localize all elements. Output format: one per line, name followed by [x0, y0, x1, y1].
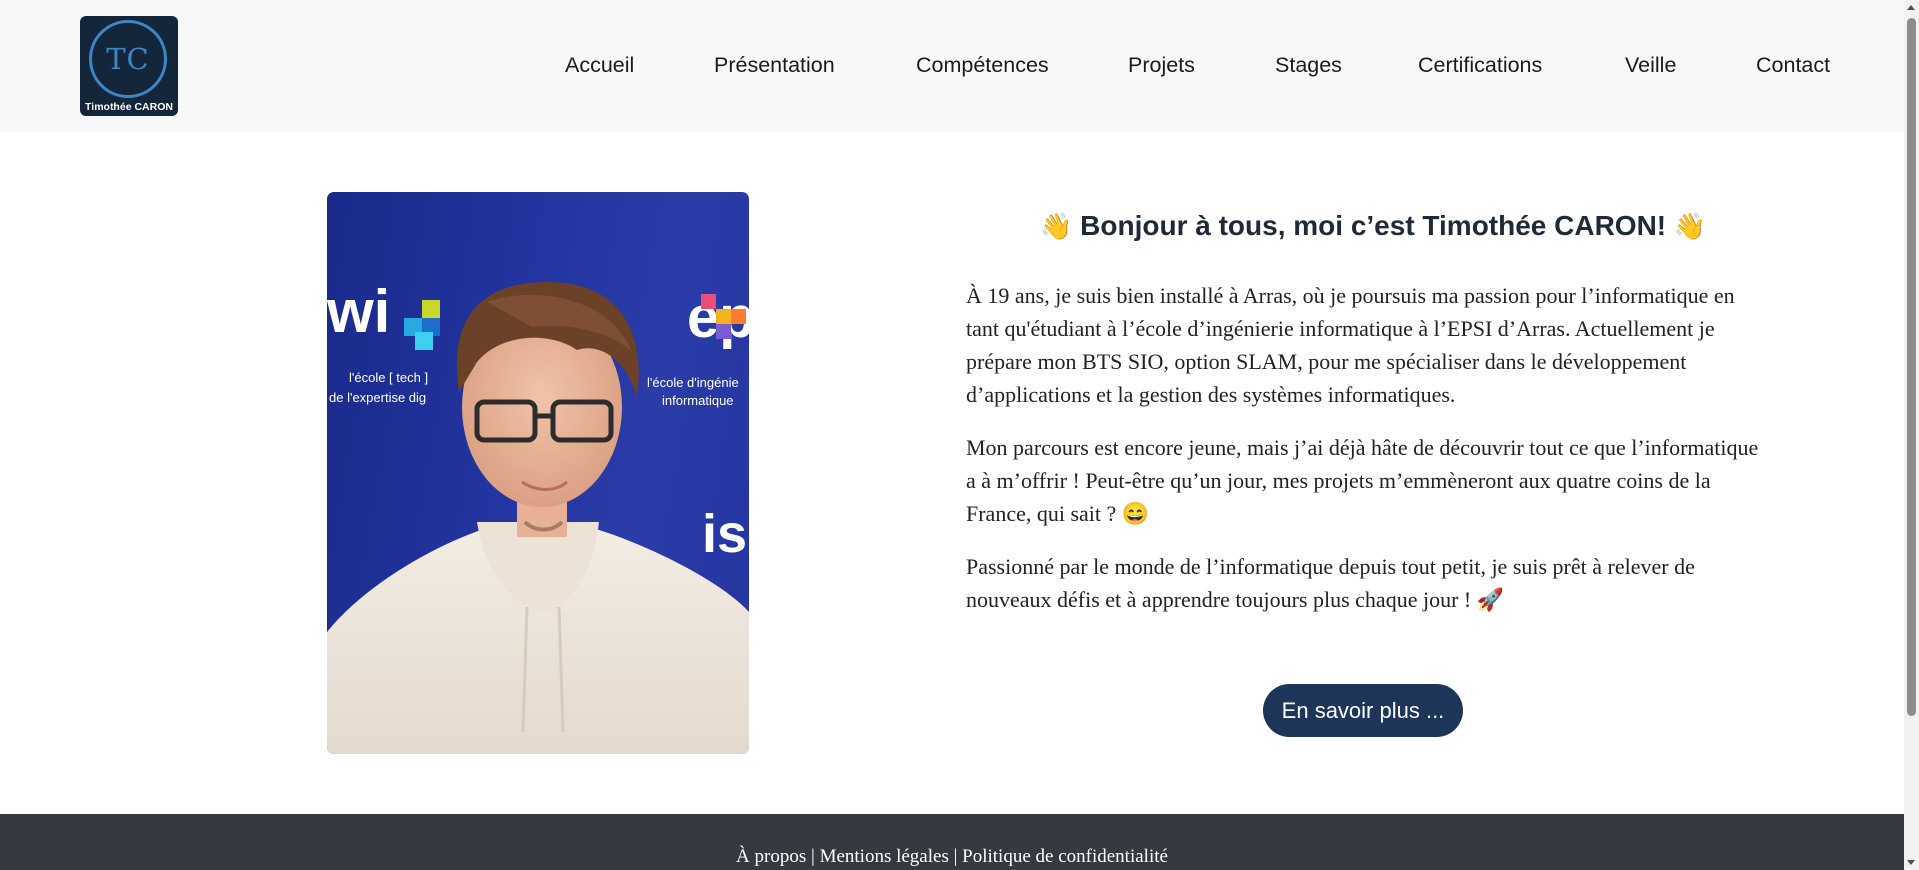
- intro-paragraph-1: À 19 ans, je suis bien installé à Arras,…: [966, 283, 1735, 407]
- page-title-text: Bonjour à tous, moi c’est Timothée CARON…: [1080, 210, 1667, 241]
- learn-more-button[interactable]: En savoir plus ...: [1263, 684, 1463, 737]
- nav-item-stages[interactable]: Stages: [1275, 53, 1342, 78]
- scrollbar-thumb[interactable]: [1907, 18, 1916, 716]
- nav-item-certifications[interactable]: Certifications: [1418, 53, 1542, 78]
- footer-link-about[interactable]: À propos: [736, 846, 806, 867]
- nav-item-contact[interactable]: Contact: [1756, 53, 1830, 78]
- nav-item-veille[interactable]: Veille: [1625, 53, 1676, 78]
- banner-text-3: l'école d'ingénie: [647, 375, 739, 390]
- banner-text-4: informatique: [662, 393, 734, 408]
- page-scrollbar[interactable]: [1904, 0, 1919, 870]
- profile-photo: wi epsi l'école [ tech ] de l'expertise …: [327, 192, 749, 754]
- banner-cube-left: [404, 300, 440, 350]
- logo-initials: TC: [106, 42, 150, 76]
- footer-link-privacy[interactable]: Politique de confidentialité: [962, 846, 1168, 867]
- site-footer: À propos | Mentions légales | Politique …: [0, 814, 1904, 870]
- banner-brand-left: wi: [327, 278, 390, 345]
- site-logo[interactable]: TC Timothée CARON: [80, 16, 178, 116]
- banner-text-1: l'école [ tech ]: [349, 370, 428, 385]
- scroll-down-icon[interactable]: [1907, 860, 1915, 865]
- site-header: TC Timothée CARON Accueil Présentation C…: [0, 0, 1904, 132]
- logo-ring: TC: [89, 20, 167, 98]
- wave-emoji-left: 👋: [1040, 211, 1073, 241]
- profile-photo-illustration: wi epsi l'école [ tech ] de l'expertise …: [327, 278, 749, 754]
- page-title: 👋 Bonjour à tous, moi c’est Timothée CAR…: [1040, 210, 1706, 242]
- footer-separator: |: [806, 846, 820, 867]
- nav-item-accueil[interactable]: Accueil: [565, 53, 634, 78]
- intro-paragraph-2: Mon parcours est encore jeune, mais j’ai…: [966, 435, 1759, 526]
- banner-text-2: de l'expertise dig: [329, 390, 426, 405]
- banner-brand-bottom: isi: [702, 504, 749, 564]
- scroll-up-icon[interactable]: [1907, 5, 1915, 10]
- intro-paragraph-3: Passionné par le monde de l’informatique…: [966, 554, 1695, 612]
- logo-name: Timothée CARON: [85, 101, 173, 113]
- footer-separator: |: [948, 846, 963, 867]
- footer-link-legal[interactable]: Mentions légales: [820, 846, 949, 867]
- person: [327, 282, 749, 754]
- footer-links: À propos | Mentions légales | Politique …: [0, 846, 1904, 868]
- wave-emoji-right: 👋: [1673, 211, 1707, 241]
- nav-item-projets[interactable]: Projets: [1128, 53, 1195, 78]
- nav-item-competences[interactable]: Compétences: [916, 53, 1049, 78]
- nav-item-presentation[interactable]: Présentation: [714, 53, 835, 78]
